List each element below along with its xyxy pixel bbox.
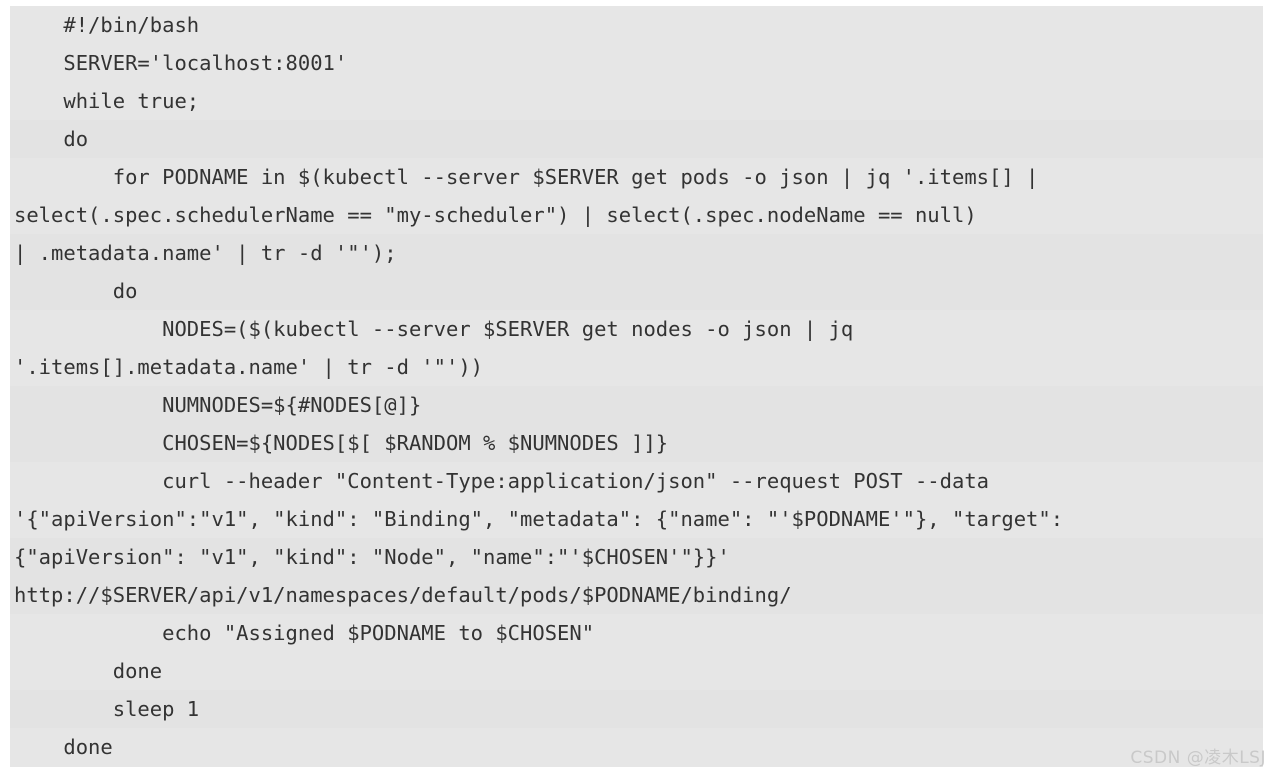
code-line: '{"apiVersion":"v1", "kind": "Binding", … xyxy=(14,507,1064,531)
code-block: #!/bin/bash SERVER='localhost:8001' whil… xyxy=(10,6,1263,767)
code-line: SERVER='localhost:8001' xyxy=(14,51,348,75)
code-line: done xyxy=(14,659,163,683)
page-root: #!/bin/bash SERVER='localhost:8001' whil… xyxy=(0,0,1280,776)
code-line: http://$SERVER/api/v1/namespaces/default… xyxy=(10,576,1263,614)
code-line: do xyxy=(10,120,1263,158)
code-line: for PODNAME in $(kubectl --server $SERVE… xyxy=(14,165,1039,189)
code-line: done xyxy=(14,735,113,759)
csdn-watermark: CSDN @凌木LSJ xyxy=(1130,748,1266,768)
code-line: CHOSEN=${NODES[$[ $RANDOM % $NUMNODES ]]… xyxy=(10,424,1263,462)
code-line: do xyxy=(10,272,1263,310)
code-line: '.items[].metadata.name' | tr -d '"')) xyxy=(14,355,483,379)
code-line: {"apiVersion": "v1", "kind": "Node", "na… xyxy=(10,538,1263,576)
code-line: while true; xyxy=(14,89,200,113)
code-line: #!/bin/bash xyxy=(14,13,200,37)
code-line: sleep 1 xyxy=(10,690,1263,728)
code-line: echo "Assigned $PODNAME to $CHOSEN" xyxy=(14,621,595,645)
code-line: curl --header "Content-Type:application/… xyxy=(14,469,990,493)
code-line: | .metadata.name' | tr -d '"'); xyxy=(10,234,1263,272)
code-line-list: #!/bin/bash SERVER='localhost:8001' whil… xyxy=(10,6,1263,766)
code-line: select(.spec.schedulerName == "my-schedu… xyxy=(14,203,977,227)
code-line: NODES=($(kubectl --server $SERVER get no… xyxy=(14,317,854,341)
code-line: NUMNODES=${#NODES[@]} xyxy=(10,386,1263,424)
